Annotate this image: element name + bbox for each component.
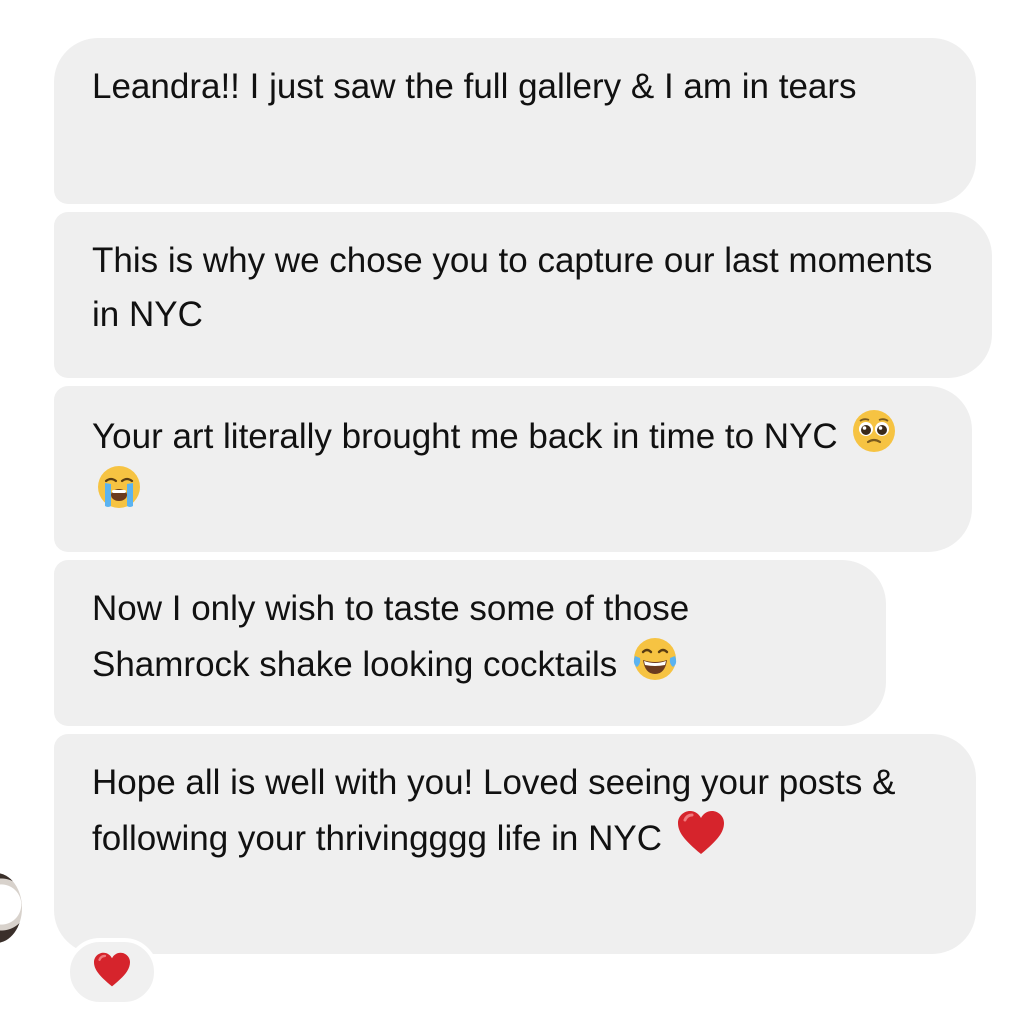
tears-of-joy-icon bbox=[631, 636, 679, 682]
message-text: Now I only wish to taste some of those S… bbox=[92, 589, 699, 684]
red-heart-icon bbox=[676, 810, 726, 856]
reaction-badge[interactable] bbox=[66, 938, 158, 1006]
message-bubble[interactable]: Now I only wish to taste some of those S… bbox=[54, 560, 886, 726]
message-text: Your art literally brought me back in ti… bbox=[92, 417, 838, 456]
message-bubble[interactable]: Hope all is well with you! Loved seeing … bbox=[54, 734, 976, 954]
message-text: Hope all is well with you! Loved seeing … bbox=[92, 763, 906, 858]
message-bubble[interactable]: Your art literally brought me back in ti… bbox=[54, 386, 972, 552]
message-text: This is why we chose you to capture our … bbox=[92, 241, 943, 334]
message-bubble[interactable]: This is why we chose you to capture our … bbox=[54, 212, 992, 378]
avatar[interactable] bbox=[0, 873, 22, 943]
red-heart-icon bbox=[92, 952, 132, 993]
loudly-crying-face-icon bbox=[96, 464, 142, 510]
message-bubble[interactable]: Leandra!! I just saw the full gallery & … bbox=[54, 38, 976, 204]
pleading-face-icon bbox=[851, 408, 897, 454]
message-text: Leandra!! I just saw the full gallery & … bbox=[92, 67, 857, 106]
